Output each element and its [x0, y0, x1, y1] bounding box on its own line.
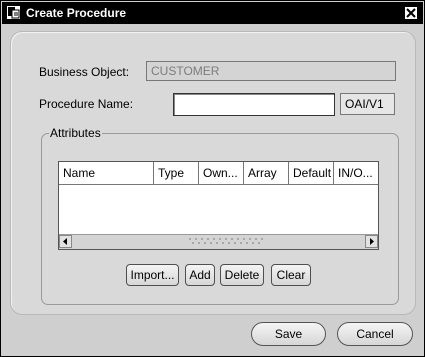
scroll-thumb[interactable]: [72, 236, 364, 246]
close-icon: [406, 8, 416, 18]
scroll-left-button[interactable]: [59, 235, 72, 248]
column-header-owner[interactable]: Own...: [199, 162, 244, 184]
attributes-group-label: Attributes: [49, 126, 102, 140]
arrow-right-icon: [370, 238, 374, 245]
cancel-button[interactable]: Cancel: [337, 322, 413, 346]
column-header-inout[interactable]: IN/O...: [334, 162, 378, 184]
window-title: Create Procedure: [26, 6, 127, 20]
import-button[interactable]: Import...: [126, 264, 179, 286]
column-header-default[interactable]: Default: [289, 162, 334, 184]
column-header-type[interactable]: Type: [154, 162, 199, 184]
save-button[interactable]: Save: [251, 322, 326, 346]
scroll-right-button[interactable]: [365, 235, 378, 248]
column-header-name[interactable]: Name: [59, 162, 154, 184]
namespace-field[interactable]: OAI/V1: [340, 93, 395, 115]
delete-button[interactable]: Delete: [220, 264, 264, 286]
business-object-field: CUSTOMER: [146, 61, 396, 81]
table-header: Name Type Own... Array Default IN/O...: [59, 162, 378, 185]
procedure-name-label: Procedure Name:: [39, 97, 134, 111]
column-header-array[interactable]: Array: [244, 162, 289, 184]
business-object-label: Business Object:: [39, 65, 130, 79]
procedure-name-input[interactable]: [173, 93, 335, 116]
add-button[interactable]: Add: [185, 264, 215, 286]
close-button[interactable]: [404, 6, 418, 20]
arrow-left-icon: [63, 238, 67, 245]
clear-button[interactable]: Clear: [271, 264, 311, 286]
title-bar[interactable]: Create Procedure: [2, 2, 423, 24]
attributes-table[interactable]: Name Type Own... Array Default IN/O...: [58, 161, 379, 250]
dialog-window: Create Procedure Business Object: CUSTOM…: [0, 0, 425, 357]
horizontal-scrollbar[interactable]: [59, 234, 378, 249]
app-icon: [6, 5, 21, 20]
